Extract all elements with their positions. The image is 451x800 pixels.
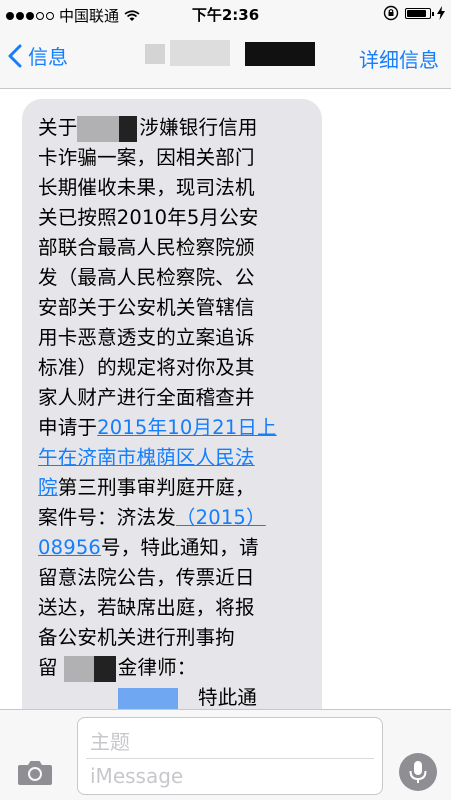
message-line: 安部关于公安机关管辖信 bbox=[38, 296, 255, 319]
message-line: 卡诈骗一案，因相关部门 bbox=[38, 146, 255, 169]
address-link[interactable]: 院 bbox=[38, 476, 58, 499]
message-list[interactable]: 关于 涉嫌银行信用 卡诈骗一案，因相关部门 长期催收未果，现司法机 关已按照201… bbox=[0, 89, 451, 739]
address-link[interactable]: 午在济南市槐荫区人民法 bbox=[38, 446, 255, 469]
back-button[interactable]: 信息 bbox=[8, 41, 68, 70]
case-number-link[interactable]: （2015） bbox=[176, 506, 266, 529]
status-right bbox=[383, 5, 445, 21]
message-line: 标准）的规定将对你及其 bbox=[38, 356, 255, 379]
message-line: 留金律师： bbox=[38, 653, 306, 683]
message-line: 申请于2015年10月21日上 bbox=[38, 416, 277, 439]
navigation-bar: 信息 详细信息 bbox=[0, 26, 451, 89]
message-line: 部联合最高人民检察院颁 bbox=[38, 236, 255, 259]
subject-field[interactable]: 主题 bbox=[90, 726, 130, 755]
message-line: 院第三刑事审判庭开庭， bbox=[38, 476, 255, 499]
messages-screen: 中国联通 下午2:36 信息 详细信息 关于 涉嫌银行信用 卡诈骗一案，因相关部… bbox=[0, 0, 451, 800]
message-line: 送达，若缺席出庭，将报 bbox=[38, 596, 255, 619]
message-line: 关于 涉嫌银行信用 bbox=[38, 113, 306, 143]
message-bubble[interactable]: 关于 涉嫌银行信用 卡诈骗一案，因相关部门 长期催收未果，现司法机 关已按照201… bbox=[22, 99, 322, 739]
redaction-mark bbox=[77, 115, 120, 142]
message-line: 留意法院公告，传票近日 bbox=[38, 566, 255, 589]
message-line: 发（最高人民检察院、公 bbox=[38, 266, 255, 289]
chevron-left-icon bbox=[8, 44, 22, 67]
date-link[interactable]: 2015年10月21日上 bbox=[97, 416, 277, 439]
battery-icon bbox=[405, 7, 434, 19]
microphone-glyph-icon bbox=[409, 761, 427, 783]
compose-bar: 主题 iMessage bbox=[0, 709, 451, 800]
back-button-label: 信息 bbox=[28, 45, 68, 69]
message-line: 关已按照2010年5月公安 bbox=[38, 206, 259, 229]
redaction-mark bbox=[118, 687, 178, 710]
camera-icon[interactable] bbox=[17, 758, 53, 786]
redaction-mark bbox=[63, 655, 94, 682]
message-line: 家人财产进行全面稽查并 bbox=[38, 386, 255, 409]
message-line: 备公安机关进行刑事拘 bbox=[38, 626, 236, 649]
details-button[interactable]: 详细信息 bbox=[359, 44, 439, 73]
message-line: 案件号：济法发（2015） bbox=[38, 506, 266, 529]
message-line: 08956号，特此通知，请 bbox=[38, 536, 259, 559]
contact-title-redacted bbox=[145, 38, 320, 68]
redaction-mark bbox=[119, 115, 138, 142]
message-line: 用卡恶意透支的立案追诉 bbox=[38, 326, 255, 349]
status-bar: 中国联通 下午2:36 bbox=[0, 0, 451, 26]
message-line: 长期催收未果，现司法机 bbox=[38, 176, 255, 199]
message-input[interactable]: 主题 iMessage bbox=[77, 717, 383, 795]
orientation-lock-icon bbox=[383, 5, 399, 21]
imessage-field[interactable]: iMessage bbox=[90, 764, 183, 788]
input-divider bbox=[86, 758, 374, 759]
case-number-link[interactable]: 08956 bbox=[38, 536, 101, 559]
message-line: 午在济南市槐荫区人民法 bbox=[38, 443, 306, 473]
charging-bolt-icon bbox=[437, 6, 445, 20]
redaction-mark bbox=[93, 655, 116, 682]
microphone-icon[interactable] bbox=[399, 753, 437, 791]
